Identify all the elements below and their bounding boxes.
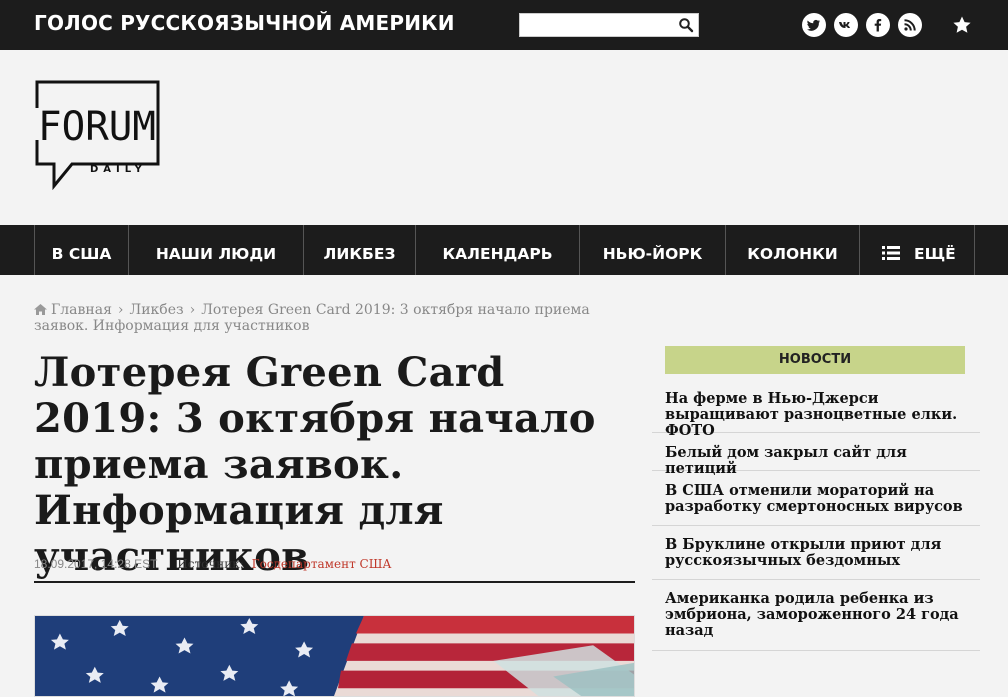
vk-icon[interactable] <box>834 13 858 37</box>
nav-item-calendar[interactable]: КАЛЕНДАРЬ <box>415 225 579 275</box>
article-image[interactable] <box>34 615 635 697</box>
news-item[interactable]: Американка родила ребенка из эмбриона, з… <box>652 591 980 651</box>
news-item[interactable]: На ферме в Нью-Джерси выращивают разноцв… <box>652 391 980 439</box>
chevron-right-icon: › <box>117 302 124 318</box>
twitter-icon[interactable] <box>802 13 826 37</box>
nav-item-more[interactable]: ЕЩЁ <box>859 225 974 275</box>
logo-sub: DAILY <box>90 164 147 175</box>
rss-icon[interactable] <box>898 13 922 37</box>
logo-word: FORUM <box>38 104 156 150</box>
meta-divider <box>34 581 635 583</box>
news-item[interactable]: В США отменили мораторий на разработку с… <box>652 483 980 526</box>
article-date: 18.09.2017, 14:28 EST <box>34 557 158 571</box>
search-box[interactable] <box>519 13 699 37</box>
site-tagline: ГОЛОС РУССКОЯЗЫЧНОЙ АМЕРИКИ <box>34 11 455 35</box>
nav-item-usa[interactable]: В США <box>34 225 128 275</box>
list-icon <box>882 246 900 260</box>
forum-daily-logo[interactable]: FORUM DAILY <box>34 80 160 190</box>
star-icon[interactable] <box>950 13 974 37</box>
news-item[interactable]: Белый дом закрыл сайт для петиций <box>652 445 980 477</box>
main-nav: В США НАШИ ЛЮДИ ЛИКБЕЗ КАЛЕНДАРЬ НЬЮ-ЙОР… <box>0 225 1008 275</box>
nav-item-likbez[interactable]: ЛИКБЕЗ <box>303 225 415 275</box>
nav-divider <box>974 225 975 275</box>
breadcrumb: Главная › Ликбез › Лотерея Green Card 2019: … <box>34 302 634 334</box>
top-bar: ГОЛОС РУССКОЯЗЫЧНОЙ АМЕРИКИ <box>0 0 1008 50</box>
article-title: Лотерея Green Card 2019: 3 октября начал… <box>34 349 596 580</box>
news-heading: НОВОСТИ <box>665 346 965 374</box>
nav-item-our-people[interactable]: НАШИ ЛЮДИ <box>128 225 303 275</box>
nav-item-new-york[interactable]: НЬЮ-ЙОРК <box>579 225 725 275</box>
nav-item-columns[interactable]: КОЛОНКИ <box>725 225 859 275</box>
chevron-right-icon: › <box>189 302 196 318</box>
source-link[interactable]: Госдепартамент США <box>252 557 392 571</box>
search-icon[interactable] <box>678 17 694 33</box>
facebook-icon[interactable] <box>866 13 890 37</box>
article-meta: 18.09.2017, 14:28 EST Источник: Госдепар… <box>34 557 634 571</box>
search-input[interactable] <box>520 14 670 36</box>
home-icon[interactable] <box>34 304 47 315</box>
breadcrumb-section[interactable]: Ликбез <box>130 302 184 318</box>
breadcrumb-home[interactable]: Главная <box>51 302 112 318</box>
news-item[interactable]: В Бруклине открыли приют для русскоязычн… <box>652 537 980 580</box>
source-label: Источник: <box>177 557 244 571</box>
